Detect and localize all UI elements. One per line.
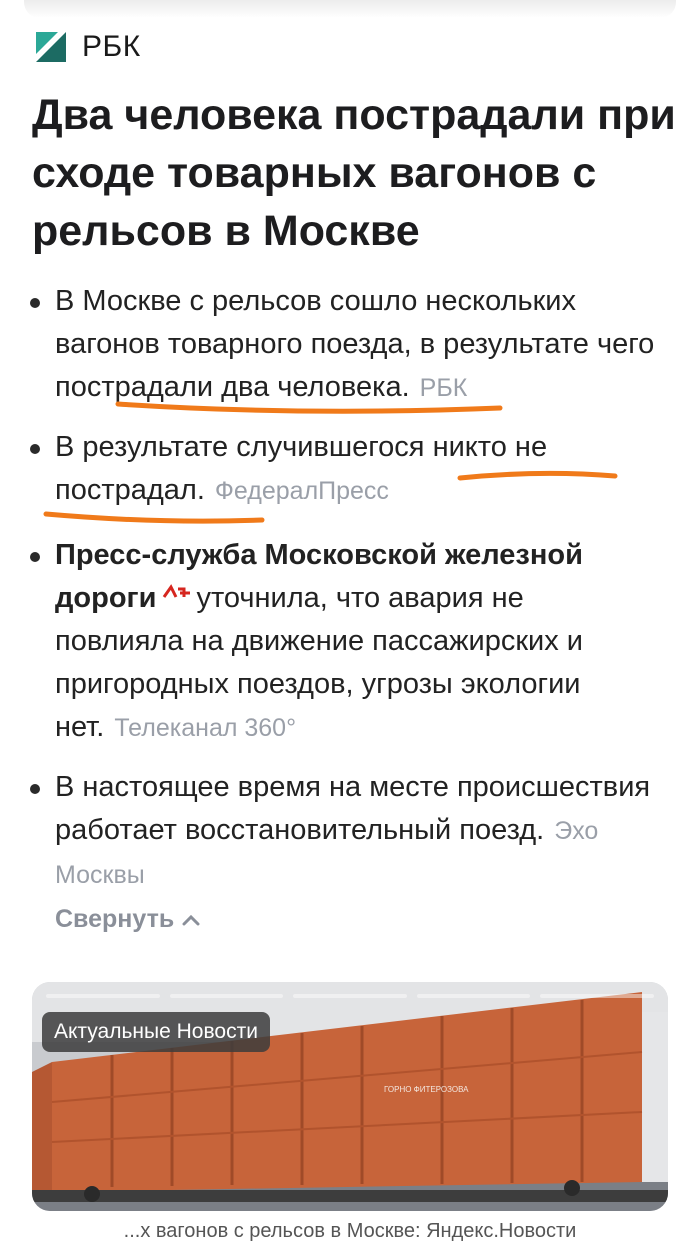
summary-source-link[interactable]: ФедералПресс (215, 477, 389, 505)
news-image-card[interactable]: ГОРНО ФИТЕРОЗОВА Актуальные Новости (32, 982, 668, 1211)
summary-source-link[interactable]: Телеканал 360° (114, 714, 296, 742)
summary-text: В Москве с рельсов сошло нескольких ваго… (55, 285, 655, 403)
article-headline: Два человека пострадали при сходе товарн… (32, 91, 676, 255)
underline-stroke (43, 511, 265, 524)
bullet-dot (30, 784, 40, 794)
chevron-up-icon (182, 914, 200, 925)
bullet-dot (30, 444, 40, 454)
bullet-dot (30, 298, 40, 308)
top-bar-edge (24, 0, 676, 18)
wagon-marking: ГОРНО ФИТЕРОЗОВА (384, 1085, 469, 1094)
summary-source-link[interactable]: РБК (420, 374, 468, 402)
card-caption[interactable]: ...х вагонов с рельсов в Москве: Яндекс.… (0, 1220, 700, 1243)
story-progress (46, 994, 654, 998)
source-row[interactable]: РБК (36, 30, 141, 64)
rzd-logo-icon (162, 583, 193, 603)
card-badge: Актуальные Новости (42, 1012, 270, 1052)
collapse-label: Свернуть (55, 905, 175, 933)
collapse-button[interactable]: Свернуть (55, 905, 200, 934)
rbc-logo-icon (36, 32, 66, 62)
bullet-dot (30, 552, 40, 562)
source-name: РБК (82, 30, 141, 63)
